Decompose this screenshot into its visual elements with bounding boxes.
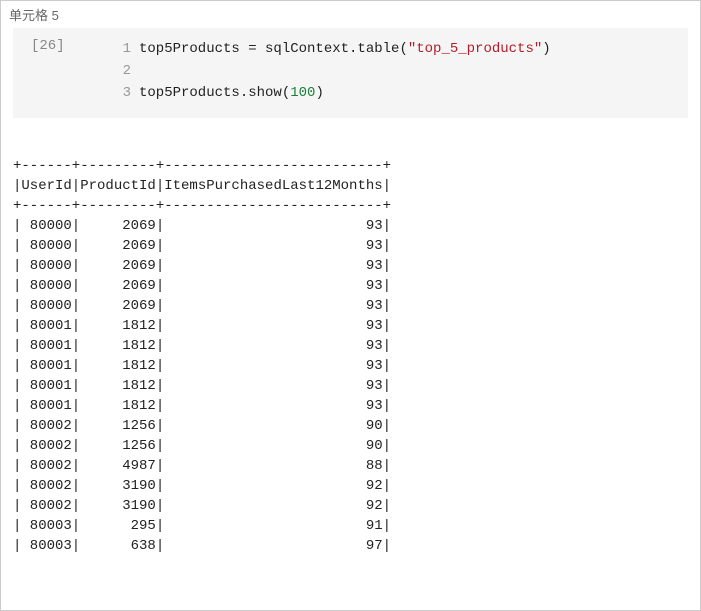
number-token: 100 [290,85,315,101]
table-row: | 80001| 1812| 93| [13,378,391,394]
line-number: 2 [111,60,131,82]
line-number: 1 [111,38,131,60]
table-row: | 80003| 638| 97| [13,538,391,554]
table-separator: +------+---------+----------------------… [13,158,391,174]
code-editor[interactable]: top5Products = sqlContext.table("top_5_p… [139,38,680,104]
code-line: top5Products.show(100) [139,85,324,101]
table-separator: +------+---------+----------------------… [13,198,391,214]
table-row: | 80000| 2069| 93| [13,258,391,274]
table-row: | 80001| 1812| 93| [13,398,391,414]
table-row: | 80002| 1256| 90| [13,418,391,434]
table-row: | 80000| 2069| 93| [13,298,391,314]
line-number-gutter: 123 [111,38,139,104]
table-row: | 80002| 4987| 88| [13,458,391,474]
table-row: | 80002| 1256| 90| [13,438,391,454]
table-row: | 80002| 3190| 92| [13,498,391,514]
line-number: 3 [111,82,131,104]
table-row: | 80001| 1812| 93| [13,358,391,374]
table-row: | 80001| 1812| 93| [13,338,391,354]
table-row: | 80000| 2069| 93| [13,218,391,234]
table-header: |UserId|ProductId|ItemsPurchasedLast12Mo… [13,178,391,194]
table-row: | 80000| 2069| 93| [13,278,391,294]
execution-count: [26] [21,38,111,104]
table-row: | 80003| 295| 91| [13,518,391,534]
table-row: | 80001| 1812| 93| [13,318,391,334]
output-area: +------+---------+----------------------… [1,118,700,556]
string-token: "top_5_products" [408,41,542,57]
code-line: top5Products = sqlContext.table("top_5_p… [139,41,551,57]
cell-label: 单元格 5 [1,1,700,28]
table-row: | 80002| 3190| 92| [13,478,391,494]
table-row: | 80000| 2069| 93| [13,238,391,254]
code-cell[interactable]: [26] 123 top5Products = sqlContext.table… [13,28,688,118]
